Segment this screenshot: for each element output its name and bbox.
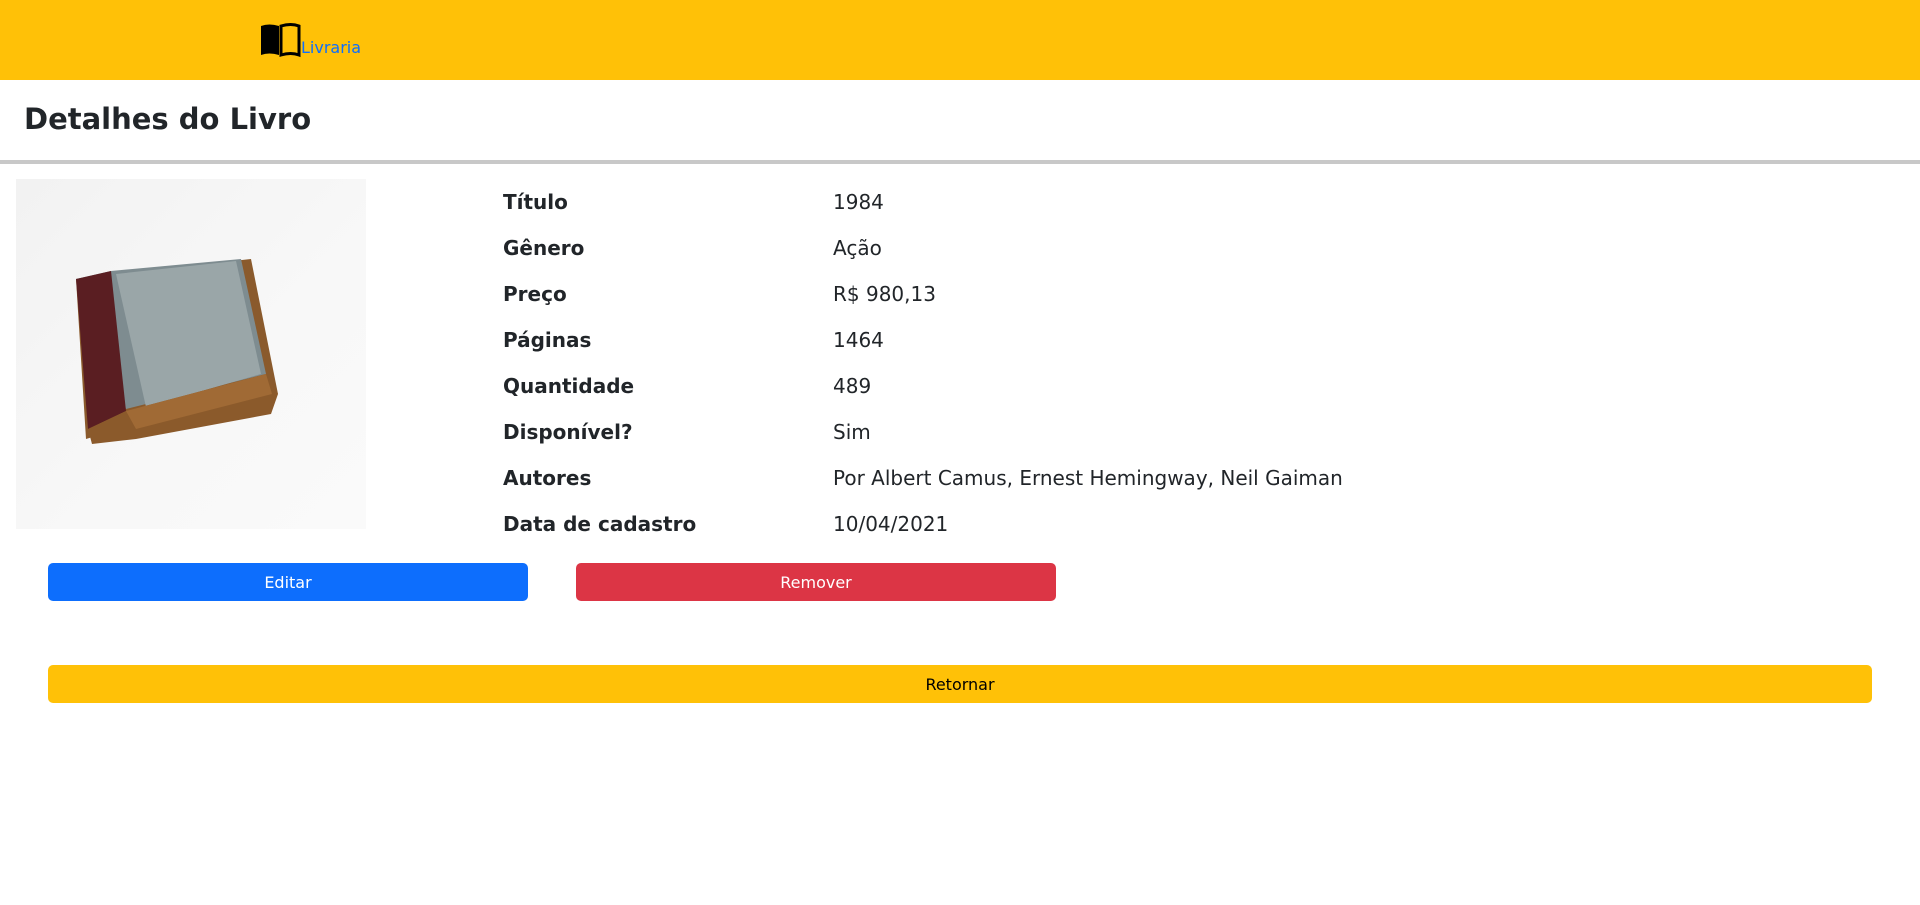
page-title: Detalhes do Livro <box>24 102 312 136</box>
brand-link[interactable]: Livraria <box>259 22 361 58</box>
detail-row-genre: Gênero Ação <box>503 225 1343 271</box>
detail-row-available: Disponível? Sim <box>503 409 1343 455</box>
navbar: Livraria <box>0 0 1920 80</box>
page-header: Detalhes do Livro <box>0 80 1920 164</box>
detail-value: R$ 980,13 <box>833 282 936 306</box>
book-icon <box>261 23 301 58</box>
detail-label: Gênero <box>503 236 585 260</box>
detail-label: Título <box>503 190 568 214</box>
remove-button[interactable]: Remover <box>576 563 1056 601</box>
detail-label: Páginas <box>503 328 592 352</box>
detail-value: 10/04/2021 <box>833 512 949 536</box>
detail-label: Quantidade <box>503 374 635 398</box>
detail-value: 489 <box>833 374 872 398</box>
detail-label: Data de cadastro <box>503 512 697 536</box>
detail-value: 1984 <box>833 190 884 214</box>
book-details: Título 1984 Gênero Ação Preço R$ 980,13 Pág… <box>503 179 1343 547</box>
detail-row-quantity: Quantidade 489 <box>503 363 1343 409</box>
detail-label: Preço <box>503 282 567 306</box>
detail-value: Ação <box>833 236 882 260</box>
detail-row-pages: Páginas 1464 <box>503 317 1343 363</box>
detail-label: Autores <box>503 466 592 490</box>
detail-row-authors: Autores Por Albert Camus, Ernest Hemingwa… <box>503 455 1343 501</box>
detail-value: Por Albert Camus, Ernest Hemingway, Neil… <box>833 466 1343 490</box>
detail-row-price: Preço R$ 980,13 <box>503 271 1343 317</box>
detail-value: Sim <box>833 420 871 444</box>
detail-row-title: Título 1984 <box>503 179 1343 225</box>
book-image <box>16 179 366 529</box>
detail-label: Disponível? <box>503 420 633 444</box>
back-button[interactable]: Retornar <box>48 665 1872 703</box>
detail-row-created: Data de cadastro 10/04/2021 <box>503 501 1343 547</box>
edit-button[interactable]: Editar <box>48 563 528 601</box>
brand-label: Livraria <box>301 38 362 57</box>
detail-value: 1464 <box>833 328 884 352</box>
